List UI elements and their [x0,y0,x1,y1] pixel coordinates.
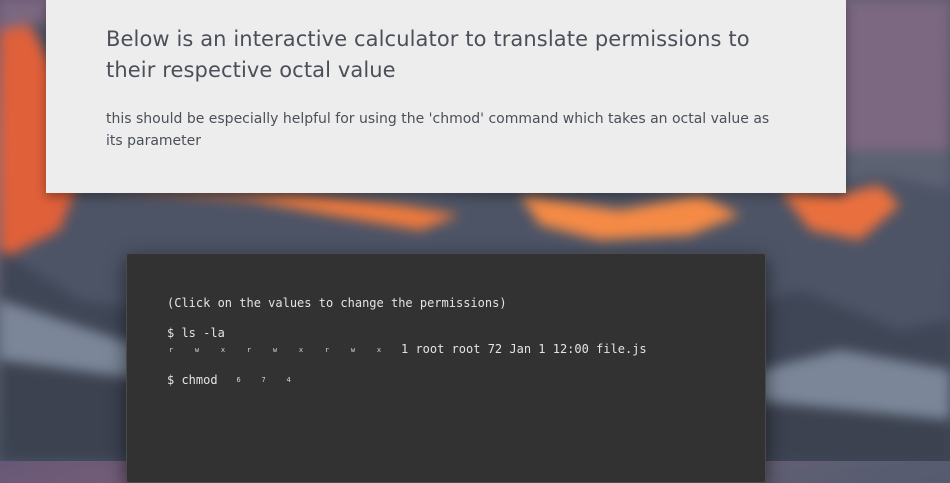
permission-owner-write-toggle[interactable]: w [193,342,201,358]
permission-group-read-toggle[interactable]: r [245,342,253,358]
terminal-window: (Click on the values to change the permi… [126,253,766,483]
intro-card: Below is an interactive calculator to tr… [46,0,846,193]
octal-group-value[interactable]: 7 [260,372,268,388]
permission-others-execute-toggle[interactable]: x [375,342,383,358]
ls-command: $ ls -la [167,326,225,340]
permission-others-write-toggle[interactable]: w [349,342,357,358]
permission-group-write-toggle[interactable]: w [271,342,279,358]
page-subtitle: this should be especially helpful for us… [106,111,770,149]
terminal-hint: (Click on the values to change the permi… [167,296,507,310]
chmod-command: $ chmod [167,372,218,387]
page-title: Below is an interactive calculator to tr… [106,27,750,82]
chmod-row: $ chmod 6 7 4 [167,372,725,389]
permission-owner-read-toggle[interactable]: r [167,342,175,358]
permissions-row: r w x r w x r w x 1 root root 72 Jan 1 12:00 file… [167,341,725,358]
octal-others-value[interactable]: 4 [285,372,293,388]
permission-group-execute-toggle[interactable]: x [297,342,305,358]
octal-owner-value[interactable]: 6 [235,372,243,388]
permission-others-read-toggle[interactable]: r [323,342,331,358]
permission-owner-execute-toggle[interactable]: x [219,342,227,358]
file-info: 1 root root 72 Jan 1 12:00 file.js [401,342,647,356]
